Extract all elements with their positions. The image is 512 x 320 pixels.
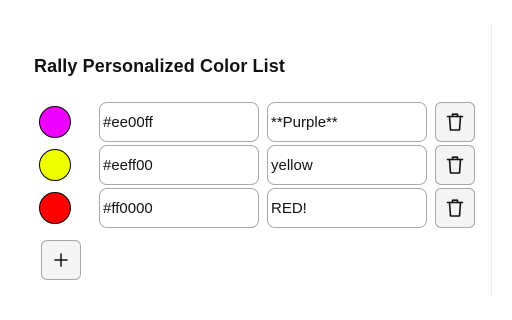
hex-value-input[interactable] bbox=[99, 188, 259, 228]
hex-value-input[interactable] bbox=[99, 102, 259, 142]
delete-color-button[interactable] bbox=[435, 145, 475, 185]
trash-icon bbox=[446, 198, 464, 218]
color-name-input[interactable] bbox=[267, 145, 427, 185]
page-title: Rally Personalized Color List bbox=[34, 56, 285, 76]
trash-icon bbox=[446, 112, 464, 132]
color-swatch[interactable] bbox=[39, 149, 71, 181]
color-row bbox=[0, 102, 491, 142]
trash-icon bbox=[446, 155, 464, 175]
color-row bbox=[0, 188, 491, 228]
panel-divider bbox=[491, 24, 492, 296]
color-swatch[interactable] bbox=[39, 192, 71, 224]
color-row bbox=[0, 145, 491, 185]
color-list-page: Rally Personalized Color List bbox=[0, 0, 512, 320]
delete-color-button[interactable] bbox=[435, 102, 475, 142]
add-color-button[interactable] bbox=[41, 240, 81, 280]
color-name-input[interactable] bbox=[267, 102, 427, 142]
color-name-input[interactable] bbox=[267, 188, 427, 228]
plus-icon bbox=[54, 253, 68, 267]
hex-value-input[interactable] bbox=[99, 145, 259, 185]
delete-color-button[interactable] bbox=[435, 188, 475, 228]
color-swatch[interactable] bbox=[39, 106, 71, 138]
